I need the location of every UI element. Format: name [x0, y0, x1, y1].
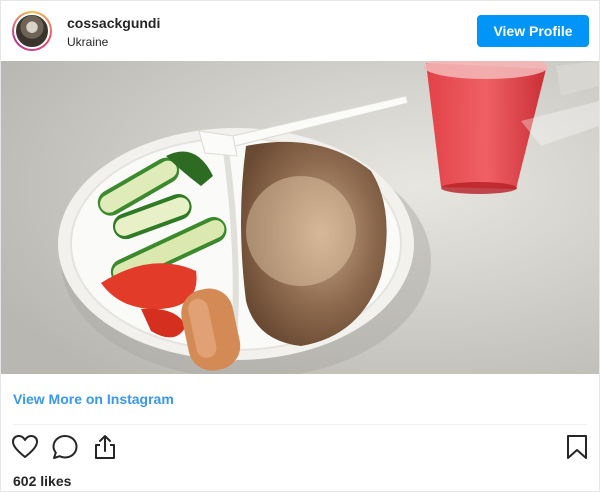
avatar[interactable] [12, 11, 52, 51]
view-more-link[interactable]: View More on Instagram [13, 391, 174, 407]
comment-icon[interactable] [51, 433, 79, 461]
food-photo [1, 61, 599, 374]
likes-count[interactable]: 602 likes [13, 473, 71, 489]
post-photo[interactable] [1, 61, 599, 374]
post-header: cossackgundi Ukraine View Profile [1, 1, 599, 61]
share-icon[interactable] [91, 433, 119, 461]
heart-icon[interactable] [11, 433, 39, 461]
view-profile-button[interactable]: View Profile [477, 15, 589, 47]
location[interactable]: Ukraine [67, 35, 108, 49]
bookmark-icon[interactable] [563, 433, 591, 461]
username[interactable]: cossackgundi [67, 15, 160, 31]
divider [13, 424, 587, 425]
instagram-embed-card: cossackgundi Ukraine View Profile View M… [0, 0, 600, 492]
avatar-image [14, 13, 50, 49]
